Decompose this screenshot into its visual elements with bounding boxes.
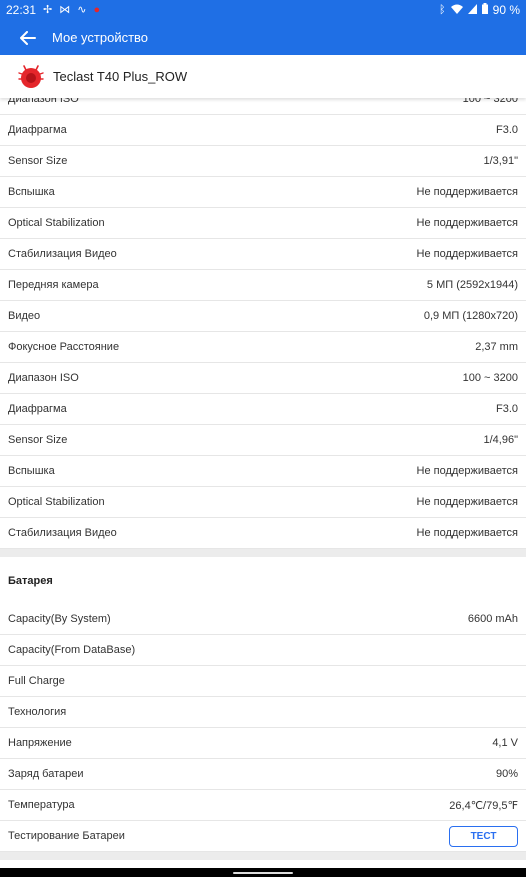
battery-test-label: Тестирование Батареи <box>8 830 125 842</box>
info-row: Напряжение 4,1 V <box>0 728 526 759</box>
info-row-label: Фокусное Расстояние <box>8 341 120 353</box>
info-row: Заряд батареи 90% <box>0 759 526 790</box>
app-bar: Мое устройство <box>0 20 526 55</box>
info-row-value: 2,37 mm <box>475 341 518 353</box>
info-row-value: 1/4,96" <box>483 434 519 446</box>
info-row-label: Диафрагма <box>8 403 67 415</box>
info-row-value: Не поддерживается <box>416 465 519 477</box>
info-row-label: Передняя камера <box>8 279 99 291</box>
device-name: Teclast T40 Plus_ROW <box>53 69 188 84</box>
info-row: Вспышка Не поддерживается <box>0 177 526 208</box>
info-row-value: 5 МП (2592x1944) <box>426 279 518 291</box>
info-row-value: F3.0 <box>495 124 518 136</box>
camera-section: Диапазон ISO 100 ~ 3200 Диафрагма F3.0 Senso… <box>0 98 526 549</box>
info-row-label: Optical Stabilization <box>8 496 105 508</box>
battery-percent: 90 % <box>492 3 520 17</box>
arrow-left-icon <box>20 30 36 45</box>
info-row-label: Температура <box>8 799 75 811</box>
info-row-value: 1/3,91" <box>483 155 519 167</box>
signal-icon <box>467 3 477 17</box>
info-row: Диапазон ISO 100 ~ 3200 <box>0 363 526 394</box>
info-row: Sensor Size 1/3,91" <box>0 146 526 177</box>
status-time: 22:31 <box>6 3 37 17</box>
info-row-label: Стабилизация Видео <box>8 527 117 539</box>
battery-icon <box>481 3 488 17</box>
info-row: Sensor Size 1/4,96" <box>0 425 526 456</box>
wifi-icon <box>450 4 463 17</box>
battery-section: Capacity(By System) 6600 mAh Capacity(From… <box>0 604 526 821</box>
info-row-label: Видео <box>8 310 41 322</box>
info-row-value: 90% <box>495 768 518 780</box>
info-row: Технология <box>0 697 526 728</box>
section-divider <box>0 852 526 860</box>
info-row-label: Вспышка <box>8 465 55 477</box>
info-row: Optical Stabilization Не поддерживается <box>0 487 526 518</box>
info-row-label: Заряд батареи <box>8 768 84 780</box>
info-row-value: 100 ~ 3200 <box>462 98 518 105</box>
info-row-label: Напряжение <box>8 737 72 749</box>
info-row-value: 100 ~ 3200 <box>462 372 518 384</box>
info-row: Передняя камера 5 МП (2592x1944) <box>0 270 526 301</box>
device-header: Teclast T40 Plus_ROW <box>0 55 526 98</box>
info-row-value: 6600 mAh <box>467 613 518 625</box>
antutu-logo-icon <box>18 64 44 88</box>
info-row-value: Не поддерживается <box>416 248 519 260</box>
infinity-icon: ⋈ <box>59 3 71 16</box>
page-title: Мое устройство <box>52 30 149 45</box>
status-bar: 22:31 ✢ ⋈ ∿ ● ᛒ 90 % <box>0 0 526 20</box>
info-row: Вспышка Не поддерживается <box>0 456 526 487</box>
info-row: Optical Stabilization Не поддерживается <box>0 208 526 239</box>
info-row-label: Вспышка <box>8 186 55 198</box>
navigation-bar <box>0 868 526 877</box>
info-row: Capacity(By System) 6600 mAh <box>0 604 526 635</box>
info-row-label: Sensor Size <box>8 434 68 446</box>
info-row: Диафрагма F3.0 <box>0 115 526 146</box>
info-row-label: Диапазон ISO <box>8 98 79 105</box>
info-row-value: F3.0 <box>495 403 518 415</box>
info-row: Диапазон ISO 100 ~ 3200 <box>0 98 526 115</box>
wave-icon: ∿ <box>77 3 87 16</box>
info-row-label: Стабилизация Видео <box>8 248 117 260</box>
battery-test-button[interactable]: ТЕСТ <box>449 825 518 847</box>
bluetooth-icon: ᛒ <box>439 3 446 16</box>
device-info-list[interactable]: Диапазон ISO 100 ~ 3200 Диафрагма F3.0 Senso… <box>0 98 526 868</box>
info-row: Фокусное Расстояние 2,37 mm <box>0 332 526 363</box>
info-row-label: Optical Stabilization <box>8 217 105 229</box>
info-row-label: Диафрагма <box>8 124 67 136</box>
info-row-value: 26,4℃/79,5℉ <box>449 799 518 812</box>
info-row-label: Full Charge <box>8 675 65 687</box>
battery-test-row: Тестирование Батареи ТЕСТ <box>0 821 526 852</box>
info-row: Full Charge <box>0 666 526 697</box>
info-row: Диафрагма F3.0 <box>0 394 526 425</box>
info-row-value: Не поддерживается <box>416 217 519 229</box>
info-row-label: Sensor Size <box>8 155 68 167</box>
info-row-value: Не поддерживается <box>416 496 519 508</box>
app-notification-icon: ● <box>93 3 101 16</box>
info-row-label: Технология <box>8 706 67 718</box>
back-button[interactable] <box>8 20 48 55</box>
info-row: Температура 26,4℃/79,5℉ <box>0 790 526 821</box>
section-divider <box>0 549 526 557</box>
info-row-value: Не поддерживается <box>416 186 519 198</box>
home-handle[interactable] <box>233 871 293 874</box>
info-row: Capacity(From DataBase) <box>0 635 526 666</box>
info-row-label: Capacity(From DataBase) <box>8 644 136 656</box>
battery-section-title: Батарея <box>8 574 53 587</box>
info-row: Стабилизация Видео Не поддерживается <box>0 239 526 270</box>
info-row-value: 4,1 V <box>492 737 518 749</box>
info-row-label: Capacity(By System) <box>8 613 111 625</box>
info-row-label: Диапазон ISO <box>8 372 79 384</box>
fan-icon: ✢ <box>43 3 53 16</box>
info-row-value: Не поддерживается <box>416 527 519 539</box>
info-row: Видео 0,9 МП (1280x720) <box>0 301 526 332</box>
info-row: Стабилизация Видео Не поддерживается <box>0 518 526 549</box>
info-row-value: 0,9 МП (1280x720) <box>423 310 518 322</box>
